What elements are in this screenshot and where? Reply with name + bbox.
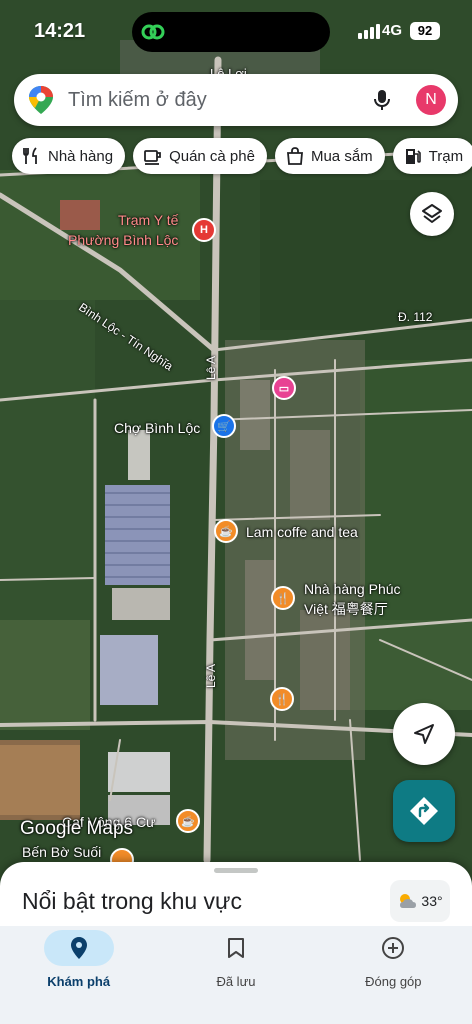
chip-label: Nhà hàng	[48, 147, 114, 165]
nav-icon-container	[201, 930, 271, 966]
weather-badge[interactable]: 33°	[390, 880, 450, 922]
restaurant-marker-2[interactable]: 🍴	[270, 687, 294, 711]
dynamic-island	[132, 12, 330, 52]
navigation-arrow-icon	[414, 724, 434, 744]
road-label-d112: Đ. 112	[398, 310, 433, 324]
riverside-label[interactable]: Bến Bờ Suối	[22, 844, 101, 860]
road-label-le-a-lower: Lê A	[204, 663, 218, 688]
category-chips: Nhà hàng Quán cà phê Mua sắm Trạm	[12, 138, 472, 176]
layers-button[interactable]	[410, 192, 454, 236]
chip-label: Mua sắm	[310, 147, 373, 165]
sheet-drag-handle[interactable]	[214, 868, 258, 873]
nav-item-contribute[interactable]: Đóng góp	[315, 926, 472, 1024]
directions-icon	[410, 797, 438, 825]
search-input[interactable]: Tìm kiếm ở đây	[68, 89, 370, 112]
battery-icon: 92	[410, 22, 440, 40]
sheet-title: Nổi bật trong khu vực	[22, 888, 242, 914]
coffee-icon	[144, 150, 161, 165]
microphone-icon[interactable]	[370, 88, 394, 112]
link-icon	[141, 24, 165, 40]
add-circle-icon	[382, 937, 405, 959]
my-location-button[interactable]	[393, 703, 455, 765]
restaurant-label-line2[interactable]: Việt 福粤餐厅	[304, 599, 388, 619]
avatar[interactable]: N	[416, 85, 446, 115]
nav-label-contribute: Đóng góp	[365, 974, 422, 989]
partly-cloudy-icon	[400, 894, 417, 908]
hospital-label-line2[interactable]: Phường Bình Lộc	[68, 232, 178, 248]
cafe-label[interactable]: Lam coffe and tea	[246, 524, 358, 540]
shopping-bag-icon	[286, 147, 303, 165]
nav-icon-container	[43, 930, 114, 966]
hospital-label-line1[interactable]: Trạm Y tế	[118, 212, 178, 228]
road-label-le-a-upper: Lê A	[204, 355, 218, 380]
status-bar: 14:21 4G 92	[0, 0, 472, 64]
market-label[interactable]: Chợ Bình Lộc	[114, 420, 200, 436]
nav-item-saved[interactable]: Đã lưu	[157, 926, 314, 1024]
cafe2-marker[interactable]: ☕	[176, 809, 200, 833]
restaurant-marker[interactable]: 🍴	[271, 586, 295, 610]
chip-cafes[interactable]: Quán cà phê	[133, 138, 267, 174]
explore-pin-icon	[70, 937, 87, 959]
restaurant-icon	[23, 147, 37, 164]
hotel-marker[interactable]: ▭	[272, 376, 296, 400]
temperature-label: 33°	[421, 893, 443, 909]
network-type: 4G	[381, 22, 402, 39]
cafe-marker[interactable]: ☕	[214, 519, 238, 543]
nav-label-saved: Đã lưu	[216, 974, 256, 989]
chip-gas-stations[interactable]: Trạm	[392, 138, 472, 174]
nav-item-explore[interactable]: Khám phá	[0, 926, 157, 1024]
google-maps-watermark: Google Maps	[20, 818, 134, 839]
hospital-marker[interactable]: H	[192, 218, 216, 242]
chip-shopping[interactable]: Mua sắm	[274, 138, 385, 174]
nav-label-explore: Khám phá	[47, 974, 111, 989]
status-time: 14:21	[34, 20, 86, 42]
bookmark-icon	[227, 938, 244, 958]
chip-label: Quán cà phê	[169, 147, 255, 165]
market-marker[interactable]: 🛒	[212, 414, 236, 438]
directions-button[interactable]	[393, 780, 455, 842]
cellular-signal-icon	[358, 24, 380, 39]
chip-label: Trạm	[428, 147, 464, 165]
layers-icon	[422, 204, 442, 223]
google-maps-pin-icon	[29, 86, 53, 114]
restaurant-label-line1[interactable]: Nhà hàng Phúc	[304, 581, 401, 597]
search-bar[interactable]: Tìm kiếm ở đây N	[14, 74, 458, 126]
bottom-navigation: Khám phá Đã lưu Đóng góp	[0, 926, 472, 1024]
gas-station-icon	[405, 149, 421, 164]
nav-icon-container	[358, 930, 428, 966]
chip-restaurants[interactable]: Nhà hàng	[12, 138, 126, 174]
